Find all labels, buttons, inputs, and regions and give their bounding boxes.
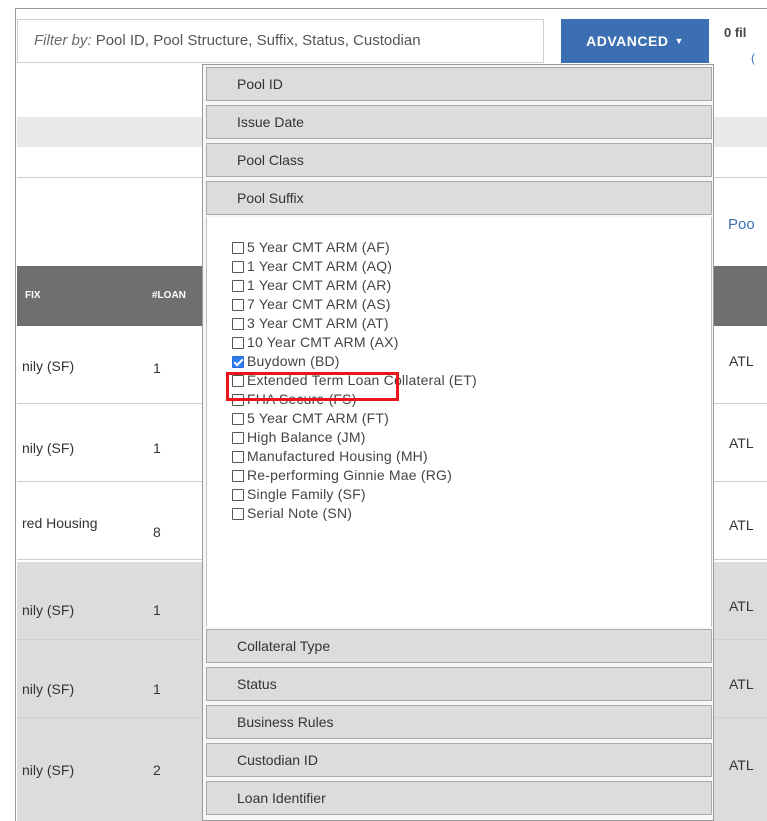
checkbox[interactable]	[232, 261, 244, 273]
option-bd[interactable]: Buydown (BD)	[232, 353, 340, 371]
option-mh[interactable]: Manufactured Housing (MH)	[232, 448, 428, 466]
cell-suffix: red Housing	[22, 515, 98, 531]
cell-loans: 2	[153, 762, 161, 778]
cell-suffix: nily (SF)	[22, 681, 75, 697]
option-label: 1 Year CMT ARM (AR)	[247, 277, 392, 293]
checkbox[interactable]	[232, 413, 244, 425]
option-label: High Balance (JM)	[247, 429, 366, 445]
cell-suffix: nily (SF)	[22, 358, 75, 374]
pool-suffix-options: 5 Year CMT ARM (AF) 1 Year CMT ARM (AQ) …	[206, 217, 712, 627]
option-at[interactable]: 3 Year CMT ARM (AT)	[232, 315, 389, 333]
option-label: Manufactured Housing (MH)	[247, 448, 428, 464]
option-label: 1 Year CMT ARM (AQ)	[247, 258, 393, 274]
option-ar[interactable]: 1 Year CMT ARM (AR)	[232, 277, 391, 295]
checkbox[interactable]	[232, 299, 244, 311]
cell-suffix: nily (SF)	[22, 440, 75, 456]
option-sn[interactable]: Serial Note (SN)	[232, 505, 352, 523]
checkbox[interactable]	[232, 432, 244, 444]
option-label: 3 Year CMT ARM (AT)	[247, 315, 389, 331]
checkbox[interactable]	[232, 470, 244, 482]
pool-link[interactable]: Poo	[728, 216, 755, 233]
filters-sub[interactable]: (	[751, 51, 755, 65]
checkbox[interactable]	[232, 242, 244, 254]
section-business-rules[interactable]: Business Rules	[206, 705, 712, 739]
option-sf[interactable]: Single Family (SF)	[232, 486, 366, 504]
option-label: 7 Year CMT ARM (AS)	[247, 296, 391, 312]
checkbox[interactable]	[232, 508, 244, 520]
option-label: Buydown (BD)	[247, 353, 340, 369]
checkbox-checked[interactable]	[232, 356, 244, 368]
cell-loans: 1	[153, 440, 161, 456]
option-label: Single Family (SF)	[247, 486, 366, 502]
checkbox[interactable]	[232, 451, 244, 463]
cell-loans: 8	[153, 524, 161, 540]
section-status[interactable]: Status	[206, 667, 712, 701]
option-ax[interactable]: 10 Year CMT ARM (AX)	[232, 334, 399, 352]
advanced-button-label: ADVANCED	[586, 33, 669, 49]
option-label: 5 Year CMT ARM (FT)	[247, 410, 390, 426]
cell-loans: 1	[153, 681, 161, 697]
section-custodian-id[interactable]: Custodian ID	[206, 743, 712, 777]
cell-loans: 1	[153, 602, 161, 618]
option-af[interactable]: 5 Year CMT ARM (AF)	[232, 239, 390, 257]
checkbox[interactable]	[232, 280, 244, 292]
cell-agency: ATL	[729, 517, 754, 533]
filter-input[interactable]: Filter by: Pool ID, Pool Structure, Suff…	[17, 19, 544, 63]
column-header-suffix[interactable]: FIX	[25, 290, 41, 301]
caret-down-icon: ▼	[674, 36, 684, 46]
cell-agency: ATL	[729, 676, 754, 692]
option-label: Serial Note (SN)	[247, 505, 353, 521]
option-ft[interactable]: 5 Year CMT ARM (FT)	[232, 410, 389, 428]
option-label: 10 Year CMT ARM (AX)	[247, 334, 399, 350]
cell-suffix: nily (SF)	[22, 602, 75, 618]
section-pool-id[interactable]: Pool ID	[206, 67, 712, 101]
checkbox[interactable]	[232, 337, 244, 349]
option-jm[interactable]: High Balance (JM)	[232, 429, 366, 447]
option-rg[interactable]: Re-performing Ginnie Mae (RG)	[232, 467, 452, 485]
section-loan-identifier[interactable]: Loan Identifier	[206, 781, 712, 815]
filter-prefix: Filter by:	[34, 32, 92, 49]
checkbox[interactable]	[232, 318, 244, 330]
checkbox[interactable]	[232, 489, 244, 501]
cell-agency: ATL	[729, 757, 754, 773]
section-pool-class[interactable]: Pool Class	[206, 143, 712, 177]
highlight-box	[226, 372, 399, 401]
cell-agency: ATL	[729, 435, 754, 451]
filters-count: 0 fil	[724, 25, 747, 40]
cell-agency: ATL	[729, 353, 754, 369]
advanced-filter-dropdown: Pool ID Issue Date Pool Class Pool Suffi…	[202, 64, 714, 821]
cell-loans: 1	[153, 360, 161, 376]
option-label: 5 Year CMT ARM (AF)	[247, 239, 390, 255]
cell-agency: ATL	[729, 598, 754, 614]
option-aq[interactable]: 1 Year CMT ARM (AQ)	[232, 258, 392, 276]
cell-suffix: nily (SF)	[22, 762, 75, 778]
column-header-loans[interactable]: #LOAN	[152, 290, 186, 301]
option-as[interactable]: 7 Year CMT ARM (AS)	[232, 296, 391, 314]
filter-placeholder: Pool ID, Pool Structure, Suffix, Status,…	[95, 32, 421, 49]
advanced-button[interactable]: ADVANCED ▼	[561, 19, 709, 63]
section-issue-date[interactable]: Issue Date	[206, 105, 712, 139]
section-collateral-type[interactable]: Collateral Type	[206, 629, 712, 663]
option-label: Re-performing Ginnie Mae (RG)	[247, 467, 452, 483]
section-pool-suffix[interactable]: Pool Suffix	[206, 181, 712, 215]
